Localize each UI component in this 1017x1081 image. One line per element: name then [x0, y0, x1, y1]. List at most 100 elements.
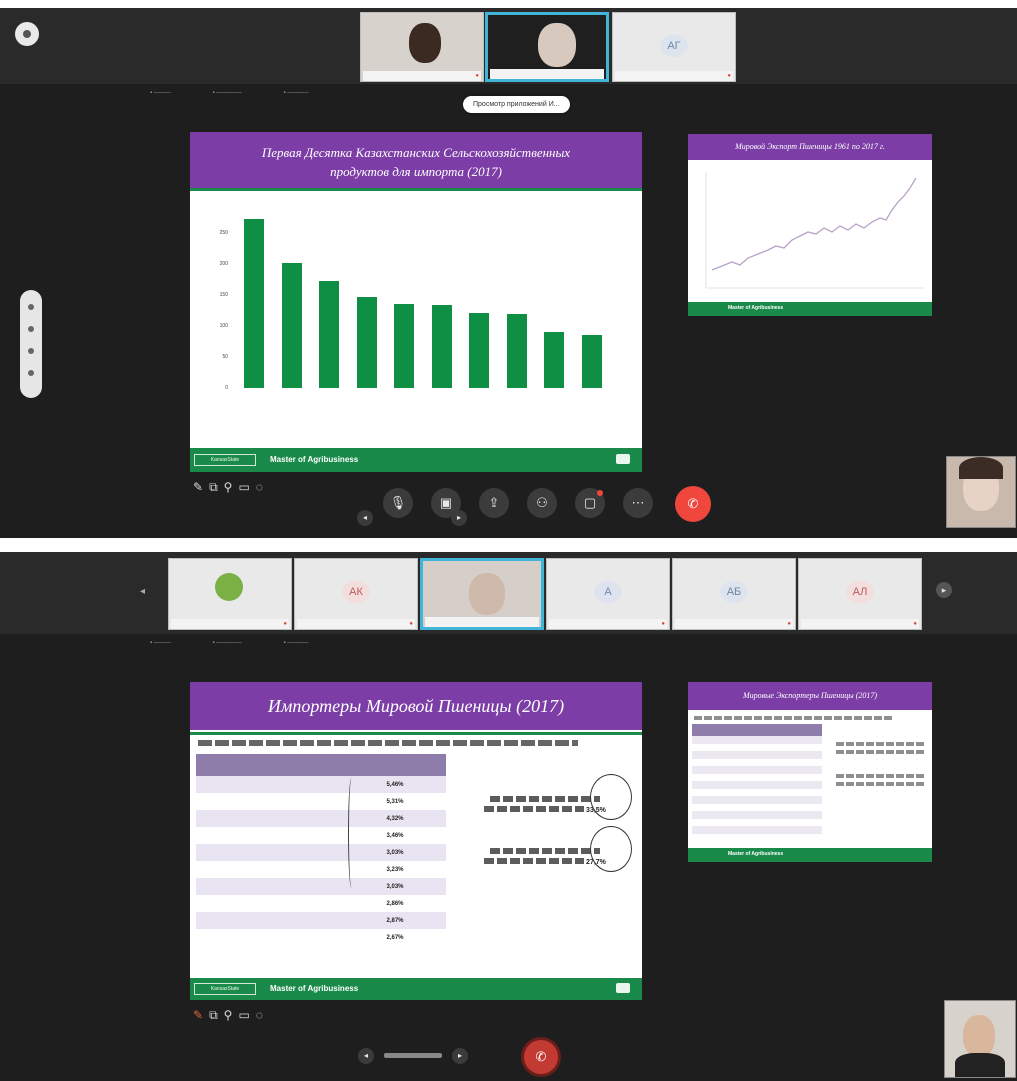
menu-item[interactable]: ▪ ───── [283, 90, 308, 96]
gallery-next-icon[interactable]: ▸ [936, 582, 952, 598]
chat-icon [616, 454, 630, 464]
participant-tile[interactable]: ● [360, 12, 484, 82]
zoom-icon[interactable]: ⚲ [224, 480, 239, 494]
video-gallery: ● АГ ● [0, 8, 1017, 84]
importers-table: 5,46% 5,31% 4,32% 3,46% 3,03% 3,23% 3,03% 2,86%… [196, 754, 446, 946]
handwritten-line [348, 778, 355, 888]
menu-item[interactable]: ▪ ──── [150, 90, 171, 96]
mic-muted-icon: ● [913, 621, 917, 627]
copy-icon[interactable]: ⧉ [209, 480, 224, 494]
country-cell [196, 776, 344, 793]
mini-table-row [692, 751, 822, 759]
menu-item[interactable]: ▪ ────── [212, 640, 241, 646]
rail-icon[interactable] [28, 348, 34, 354]
more-button[interactable]: ⋯ [623, 488, 653, 518]
pen-icon[interactable]: ✎ [193, 480, 209, 494]
meeting-window-2: ◂ ● АК ● А ● АБ ● АЛ ● ▸ ▪ ──── ▪ ──────… [0, 552, 1017, 1081]
participant-tile[interactable]: АЛ ● [798, 558, 922, 630]
table-row: 3,46% [196, 827, 446, 844]
copy-icon[interactable]: ⧉ [209, 1008, 224, 1022]
chart-bar [469, 312, 489, 388]
participant-video [409, 23, 441, 63]
share-button[interactable]: ⇪ [479, 488, 509, 518]
gallery-prev-icon[interactable]: ◂ [140, 586, 145, 597]
side-slide-footer: Master of Agribusiness [688, 302, 932, 316]
zoom-icon[interactable]: ⚲ [224, 1008, 239, 1022]
mic-muted-icon: ● [283, 621, 287, 627]
menu-icon[interactable] [15, 22, 39, 46]
slide-title: Импортеры Мировой Пшеницы (2017) [190, 682, 642, 730]
footer-brand: Master of Agribusiness [728, 305, 784, 311]
more-icon[interactable]: ◌ [256, 1008, 269, 1022]
country-cell [196, 793, 344, 810]
participant-tile-active[interactable] [420, 558, 544, 630]
rail-icon[interactable] [28, 326, 34, 332]
menu-item[interactable]: ▪ ───── [283, 640, 308, 646]
participant-tile[interactable]: А ● [546, 558, 670, 630]
prev-slide-button[interactable]: ◂ [357, 510, 373, 526]
share-cell: 3,03% [344, 844, 446, 861]
next-slide-button[interactable]: ▸ [452, 1048, 468, 1064]
line-chart-thumbnail [705, 172, 924, 289]
table-row: 3,03% [196, 844, 446, 861]
menu-item[interactable]: ▪ ────── [212, 90, 241, 96]
end-call-button[interactable]: ✆ [675, 486, 711, 522]
annotation-toolbar[interactable]: ✎⧉⚲▭◌ [193, 1008, 269, 1023]
participant-tile-active[interactable] [485, 12, 609, 82]
country-cell [196, 861, 344, 878]
footer-brand: Master of Agribusiness [270, 455, 359, 464]
slide-footer: KansasState Master of Agribusiness [190, 448, 642, 472]
shared-slide: Импортеры Мировой Пшеницы (2017) 5,46% 5,… [190, 682, 642, 1000]
mini-table-row [692, 766, 822, 774]
participant-tile[interactable]: АК ● [294, 558, 418, 630]
country-cell [196, 912, 344, 929]
side-rail[interactable] [20, 290, 42, 398]
country-cell [196, 929, 344, 946]
mini-table-row [692, 833, 822, 841]
table-row: 2,86% [196, 895, 446, 912]
mic-icon: ● [475, 73, 479, 79]
end-call-button[interactable]: ✆ [524, 1040, 558, 1074]
country-cell [196, 810, 344, 827]
chat-button[interactable]: ▢ [575, 488, 605, 518]
monitor-icon[interactable]: ▭ [238, 480, 255, 494]
mini-table-row [692, 773, 822, 781]
prev-slide-button[interactable]: ◂ [358, 1048, 374, 1064]
participant-tile[interactable]: АБ ● [672, 558, 796, 630]
mini-table-row [692, 736, 822, 744]
pen-icon[interactable]: ✎ [193, 1008, 209, 1022]
country-cell [196, 895, 344, 912]
participant-tile[interactable]: ● [168, 558, 292, 630]
rail-icon[interactable] [28, 304, 34, 310]
tooltip: Просмотр приложений И... [463, 96, 570, 113]
y-tick-label: 200 [219, 261, 228, 267]
more-icon[interactable]: ◌ [256, 480, 269, 494]
monitor-icon[interactable]: ▭ [238, 1008, 255, 1022]
y-tick-label: 50 [222, 354, 228, 360]
share-cell: 2,67% [344, 929, 446, 946]
y-tick-label: 150 [219, 292, 228, 298]
table-row: 3,23% [196, 861, 446, 878]
chart-bar [431, 304, 452, 388]
y-tick-label: 250 [219, 230, 228, 236]
share-cell: 3,03% [344, 878, 446, 895]
participants-button[interactable]: ⚇ [527, 488, 557, 518]
chart-bar [281, 262, 302, 388]
y-tick-label: 0 [225, 385, 228, 391]
rail-icon[interactable] [28, 370, 34, 376]
self-view-video[interactable] [944, 1000, 1016, 1078]
share-cell: 5,31% [344, 793, 446, 810]
self-view-video[interactable] [946, 456, 1016, 528]
share-cell: 3,46% [344, 827, 446, 844]
participant-tile[interactable]: АГ ● [612, 12, 736, 82]
avatar: А [594, 581, 622, 603]
mic-button[interactable]: 🎙 [383, 488, 413, 518]
next-slide-button[interactable]: ▸ [451, 510, 467, 526]
menu-item[interactable]: ▪ ──── [150, 640, 171, 646]
bar-chart: 0 50 100 150 200 250 [190, 194, 642, 444]
participant-video [538, 23, 576, 67]
mini-table-row [692, 781, 822, 789]
annotation-toolbar[interactable]: ✎⧉⚲▭◌ [193, 480, 269, 495]
mic-muted-icon: ● [787, 621, 791, 627]
share-cell: 3,23% [344, 861, 446, 878]
